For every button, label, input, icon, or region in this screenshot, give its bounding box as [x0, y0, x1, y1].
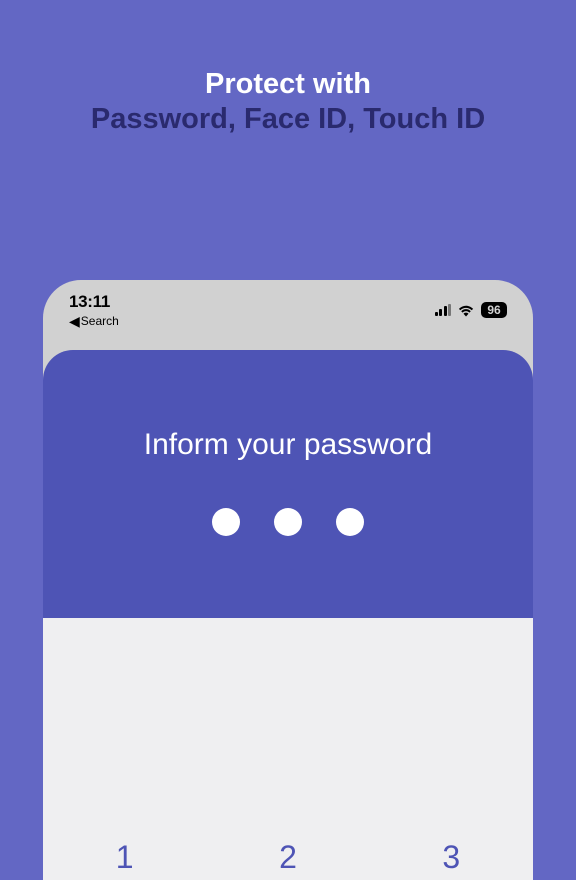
status-time: 13:11 [69, 292, 119, 312]
keypad-key-2[interactable]: 2 [206, 618, 369, 880]
pin-dots [43, 508, 533, 536]
status-bar: 13:11 ◀ Search 96 [43, 280, 533, 326]
cellular-signal-icon [435, 304, 452, 316]
back-caret-icon: ◀ [69, 314, 80, 328]
pin-dot-1 [212, 508, 240, 536]
marketing-headline: Protect with Password, Face ID, Touch ID [0, 0, 576, 137]
marketing-line2: Password, Face ID, Touch ID [0, 103, 576, 136]
lock-panel: Inform your password 1 2 3 [43, 350, 533, 880]
battery-level: 96 [481, 302, 507, 318]
keypad-key-1[interactable]: 1 [43, 618, 206, 880]
numeric-keypad: 1 2 3 [43, 618, 533, 880]
pin-dot-3 [336, 508, 364, 536]
status-back-label: Search [81, 314, 119, 328]
pin-dot-2 [274, 508, 302, 536]
status-back-to-search[interactable]: ◀ Search [69, 314, 119, 328]
keypad-key-3[interactable]: 3 [370, 618, 533, 880]
wifi-icon [457, 304, 475, 317]
lock-title: Inform your password [43, 428, 533, 462]
marketing-line1: Protect with [0, 68, 576, 101]
device-frame: 13:11 ◀ Search 96 Inform your password [43, 280, 533, 880]
keypad-row-1: 1 2 3 [43, 618, 533, 880]
